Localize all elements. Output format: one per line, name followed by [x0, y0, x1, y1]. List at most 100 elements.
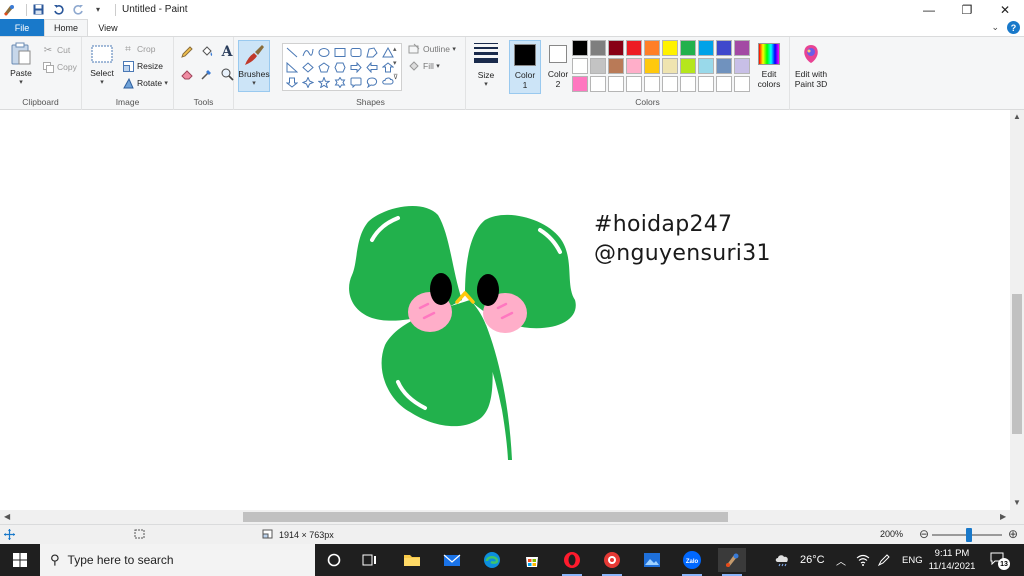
task-view-icon[interactable] [356, 548, 384, 572]
color-swatch[interactable] [626, 58, 642, 74]
oval-callout-shape-icon[interactable] [364, 75, 380, 90]
color-swatch[interactable] [698, 40, 714, 56]
shapes-gallery-scroll[interactable]: ▴ ▾ ⊽ [393, 43, 398, 85]
mail-icon[interactable] [438, 548, 466, 572]
zoom-out-button[interactable]: ⊖ [919, 527, 929, 541]
rectangle-shape-icon[interactable] [332, 45, 348, 60]
paint-app-icon[interactable] [2, 3, 16, 17]
down-arrow-shape-icon[interactable] [284, 75, 300, 90]
network-icon[interactable] [856, 544, 870, 576]
color-swatch[interactable] [680, 40, 696, 56]
collapse-ribbon-chevron-icon[interactable]: ⌄ [991, 22, 999, 33]
zalo-icon[interactable]: Zalo [678, 548, 706, 576]
color-swatch[interactable] [662, 40, 678, 56]
tab-home[interactable]: Home [44, 19, 88, 36]
tab-view[interactable]: View [88, 19, 128, 36]
color-swatch[interactable] [716, 58, 732, 74]
polygon-shape-icon[interactable] [364, 45, 380, 60]
tab-file[interactable]: File [0, 19, 44, 36]
zoom-slider-thumb[interactable] [966, 528, 972, 542]
customize-toolbar-chevron-icon[interactable]: ▾ [91, 3, 105, 17]
rotate-button[interactable]: Rotate ▾ [122, 77, 168, 89]
right-arrow-shape-icon[interactable] [348, 60, 364, 75]
oval-shape-icon[interactable] [316, 45, 332, 60]
undo-icon[interactable] [51, 3, 65, 17]
fill-button[interactable]: Fill ▾ [408, 60, 440, 72]
edit-colors-button[interactable]: Edit colors [752, 40, 786, 94]
outline-button[interactable]: Outline ▾ [408, 43, 456, 55]
color-swatch[interactable] [680, 58, 696, 74]
scroll-left-arrow-icon[interactable]: ◀ [4, 512, 10, 521]
magnifier-icon[interactable] [218, 65, 236, 83]
select-button[interactable]: Select ▾ [87, 42, 117, 88]
rounded-rectangle-shape-icon[interactable] [348, 45, 364, 60]
vertical-scroll-thumb[interactable] [1012, 294, 1022, 434]
color-swatch[interactable] [662, 76, 678, 92]
color-swatch[interactable] [698, 76, 714, 92]
color-swatch[interactable] [572, 76, 588, 92]
file-explorer-icon[interactable] [398, 548, 426, 572]
eraser-icon[interactable] [178, 65, 196, 83]
drawing-canvas[interactable]: #hoidap247 @nguyensuri31 [0, 110, 1010, 510]
four-point-star-shape-icon[interactable] [300, 75, 316, 90]
scroll-down-arrow-icon[interactable]: ▼ [1013, 498, 1021, 507]
action-center-button[interactable]: 13 [990, 552, 1010, 570]
cut-button[interactable]: ✂ Cut [42, 44, 70, 56]
color-swatch[interactable] [662, 58, 678, 74]
curve-shape-icon[interactable] [300, 45, 316, 60]
color-swatch[interactable] [590, 76, 606, 92]
save-icon[interactable] [31, 3, 45, 17]
color-swatch[interactable] [644, 40, 660, 56]
close-button[interactable]: ✕ [986, 0, 1024, 19]
zoom-in-button[interactable]: ⊕ [1008, 527, 1018, 541]
text-tool-icon[interactable]: A [218, 43, 236, 61]
weather-widget[interactable]: 26°C [774, 544, 825, 576]
scroll-up-arrow-icon[interactable]: ▲ [1013, 112, 1021, 121]
crop-button[interactable]: ⌗ Crop [122, 43, 155, 55]
color-swatch[interactable] [590, 58, 606, 74]
color-swatch[interactable] [716, 76, 732, 92]
color-swatch[interactable] [626, 76, 642, 92]
color-swatch[interactable] [734, 58, 750, 74]
color-swatch[interactable] [572, 40, 588, 56]
pen-workspace-icon[interactable] [877, 544, 891, 576]
line-shape-icon[interactable] [284, 45, 300, 60]
red-app-icon[interactable] [598, 548, 626, 576]
five-point-star-shape-icon[interactable] [316, 75, 332, 90]
color-picker-icon[interactable] [198, 65, 216, 83]
paint-taskbar-icon[interactable] [718, 548, 746, 576]
start-button[interactable] [0, 544, 40, 576]
color-swatch[interactable] [734, 76, 750, 92]
color-swatch[interactable] [590, 40, 606, 56]
size-button[interactable]: Size ▾ [472, 42, 500, 90]
photos-icon[interactable] [638, 548, 666, 572]
show-hidden-icons-chevron-icon[interactable]: ︿ [836, 544, 846, 576]
left-arrow-shape-icon[interactable] [364, 60, 380, 75]
cortana-icon[interactable] [320, 548, 348, 572]
color-swatch[interactable] [698, 58, 714, 74]
color-swatch[interactable] [716, 40, 732, 56]
brushes-button[interactable]: Brushes ▾ [238, 40, 270, 92]
color-swatch[interactable] [734, 40, 750, 56]
color1-button[interactable]: Color 1 [509, 40, 541, 94]
pencil-icon[interactable] [178, 43, 196, 61]
color-swatch[interactable] [680, 76, 696, 92]
hexagon-shape-icon[interactable] [332, 60, 348, 75]
fill-bucket-icon[interactable] [198, 43, 216, 61]
edit-with-paint3d-button[interactable]: Edit with Paint 3D [790, 40, 832, 94]
rounded-callout-shape-icon[interactable] [348, 75, 364, 90]
horizontal-scroll-thumb[interactable] [243, 512, 728, 522]
color-swatch[interactable] [644, 76, 660, 92]
opera-browser-icon[interactable] [558, 548, 586, 576]
copy-button[interactable]: Copy [42, 61, 77, 73]
paste-button[interactable]: Paste ▾ [6, 42, 36, 88]
taskbar-clock[interactable]: 9:11 PM 11/14/2021 [922, 547, 982, 573]
input-language[interactable]: ENG [902, 544, 923, 576]
taskbar-search-box[interactable]: ⚲ Type here to search [40, 544, 315, 576]
horizontal-scrollbar[interactable]: ◀ ▶ [0, 510, 1024, 524]
diamond-shape-icon[interactable] [300, 60, 316, 75]
six-point-star-shape-icon[interactable] [332, 75, 348, 90]
right-triangle-shape-icon[interactable] [284, 60, 300, 75]
pentagon-shape-icon[interactable] [316, 60, 332, 75]
color-swatch[interactable] [626, 40, 642, 56]
